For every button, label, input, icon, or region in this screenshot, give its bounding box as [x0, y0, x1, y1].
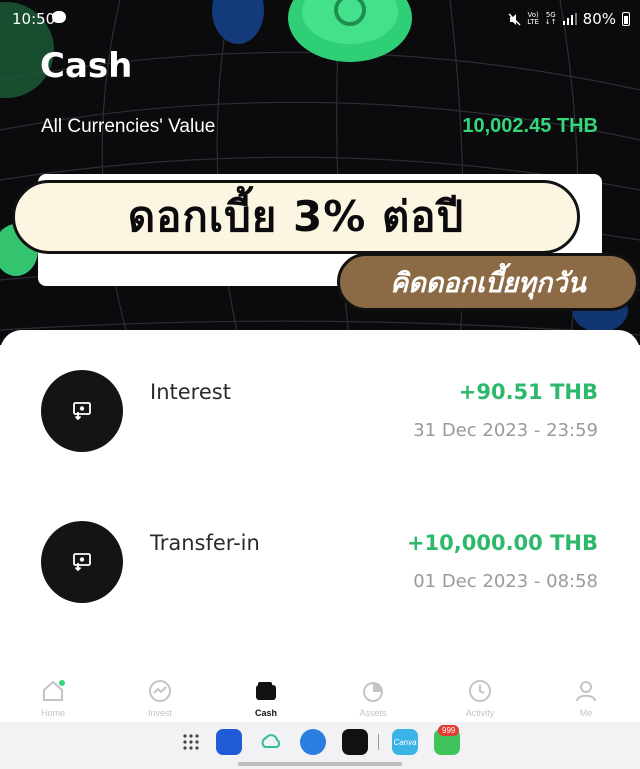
transaction-date: 31 Dec 2023 - 23:59 — [413, 420, 598, 441]
status-icons: Vo) LTE 5G ↓↑ 80% — [508, 10, 630, 28]
transaction-title: Transfer-in — [150, 531, 260, 555]
nav-assets[interactable]: Assets — [333, 678, 413, 718]
transaction-row-transfer-in[interactable]: Transfer-in +10,000.00 THB 01 Dec 2023 -… — [0, 521, 640, 631]
bottom-nav: Home Invest Cash Assets Activity Me — [0, 672, 640, 724]
promo-headline-pill: ดอกเบี้ย 3% ต่อปี — [12, 180, 580, 254]
nav-label: Cash — [254, 708, 277, 718]
tradingview-app-icon[interactable] — [342, 729, 368, 755]
wallet-icon — [256, 682, 276, 700]
cloud-app-icon[interactable] — [258, 729, 284, 755]
deposit-icon — [41, 370, 123, 452]
signal-icon — [562, 13, 577, 25]
nav-me[interactable]: Me — [546, 678, 626, 718]
total-value: 10,002.45 THB — [462, 115, 598, 137]
apps-grid-icon[interactable] — [178, 729, 204, 755]
page-title: Cash — [40, 46, 133, 86]
notification-badge: 999 — [438, 725, 460, 736]
promo-subline-tag: คิดดอกเบี้ยทุกวัน — [337, 253, 639, 311]
nav-label: Invest — [147, 708, 172, 718]
nav-label: Activity — [465, 708, 495, 718]
promo-banner[interactable]: ดอกเบี้ย 3% ต่อปี คิดดอกเบี้ยทุกวัน — [0, 170, 640, 320]
taskbar-divider — [378, 734, 379, 750]
canva-app-icon[interactable]: Canva — [392, 729, 418, 755]
nav-activity[interactable]: Activity — [440, 678, 520, 718]
battery-text: 80% — [582, 10, 616, 28]
status-time: 10:50 — [12, 10, 56, 28]
nav-invest[interactable]: Invest — [120, 678, 200, 718]
home-indicator[interactable] — [238, 762, 402, 766]
game-app-icon[interactable] — [300, 729, 326, 755]
nav-home[interactable]: Home — [13, 678, 93, 718]
promo-headline: ดอกเบี้ย 3% ต่อปี — [127, 192, 465, 241]
transaction-amount: +90.51 THB — [458, 380, 598, 404]
nav-label: Home — [40, 708, 65, 718]
nav-label: Me — [579, 708, 593, 718]
network-5g: 5G ↓↑ — [544, 11, 557, 26]
deposit-icon — [41, 521, 123, 603]
nav-label: Assets — [359, 708, 387, 718]
battery-icon — [622, 12, 630, 26]
promo-subline: คิดดอกเบี้ยทุกวัน — [390, 267, 586, 299]
transaction-row-interest[interactable]: Interest +90.51 THB 31 Dec 2023 - 23:59 — [0, 370, 640, 480]
chart-icon — [149, 680, 171, 702]
hero-header: 10:50 Vo) LTE 5G ↓↑ 80% Cash All Currenc… — [0, 0, 640, 345]
person-icon — [576, 681, 596, 702]
transaction-amount: +10,000.00 THB — [406, 531, 598, 555]
status-bar: 10:50 Vo) LTE 5G ↓↑ 80% — [0, 0, 640, 36]
pie-icon — [363, 682, 383, 702]
transaction-date: 01 Dec 2023 - 08:58 — [413, 571, 598, 592]
home-icon — [43, 680, 65, 701]
clock-icon — [469, 680, 491, 702]
stock-app-icon[interactable] — [216, 729, 242, 755]
transaction-title: Interest — [150, 380, 231, 404]
nav-cash[interactable]: Cash — [226, 678, 306, 718]
network-volte: Vo) LTE — [527, 11, 539, 26]
total-value-label: All Currencies' Value — [41, 116, 216, 137]
chat-notification-icon — [52, 11, 66, 23]
mute-icon — [508, 12, 521, 26]
